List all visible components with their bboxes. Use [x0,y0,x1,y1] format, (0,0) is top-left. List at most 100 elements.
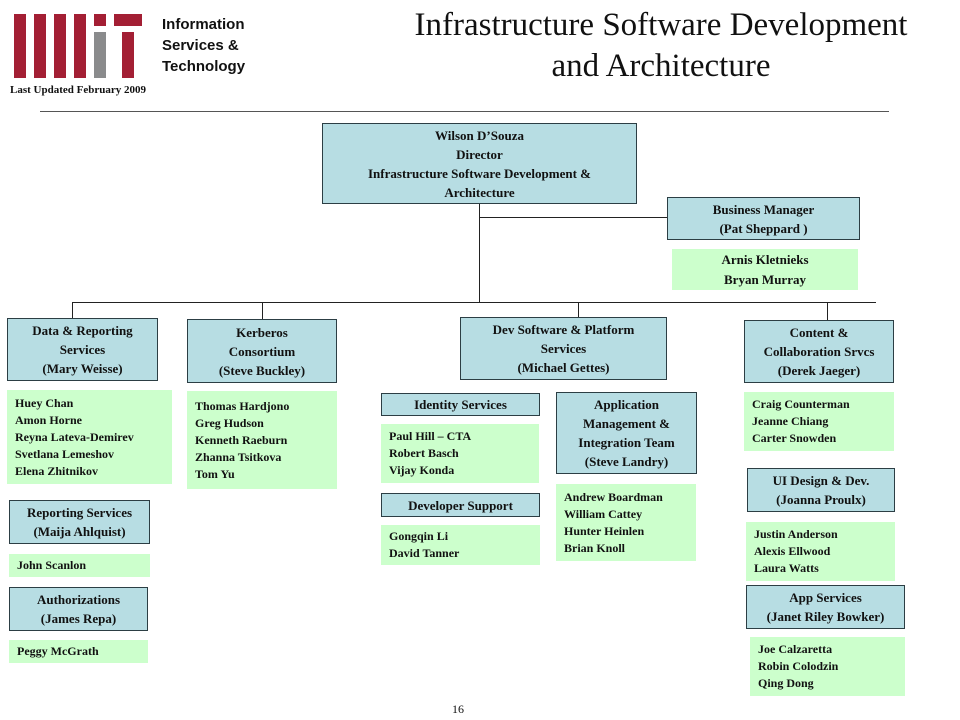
authorizations-title: Authorizations [36,592,121,607]
header-divider [40,111,889,112]
staff-name: Carter Snowden [752,431,837,445]
data-reporting-manager: (Mary Weisse) [42,361,123,376]
kerberos-title-cont: Consortium [228,343,296,359]
staff-name: Bryan Murray [724,271,806,287]
staff-name: Andrew Boardman [564,489,663,504]
staff-name: Hunter Heinlen [564,523,645,538]
staff-name: Tom Yu [195,466,235,481]
content-collab-title-cont: Collaboration Srvcs [763,344,875,359]
reporting-services-manager: (Maija Ahlquist) [33,524,126,539]
staff-name: Joe Calzaretta [758,642,833,656]
staff-name: Qing Dong [758,676,814,690]
page-title: Infrastructure Software Development and … [414,7,908,84]
staff-name: Kenneth Raeburn [195,432,288,447]
kerberos-staff: Thomas Hardjono Greg Hudson Kenneth Raeb… [187,391,337,489]
staff-name: Reyna Lateva-Demirev [15,429,134,444]
staff-name: Justin Anderson [754,527,838,541]
data-reporting-title: Data & Reporting [32,323,133,338]
app-integration-staff: Andrew Boardman William Cattey Hunter He… [556,484,696,561]
reporting-services-title: Reporting Services [26,505,133,520]
developer-support-box: Developer Support [381,493,540,517]
staff-name: Alexis Ellwood [754,544,831,558]
business-manager-box: Business Manager (Pat Sheppard ) [667,197,860,240]
page-number: 16 [452,702,464,716]
ui-design-staff: Justin Anderson Alexis Ellwood Laura Wat… [746,522,895,581]
connector-business-manager [479,217,667,218]
staff-name: Robert Basch [389,446,459,460]
director-unit: Infrastructure Software Development & [368,165,591,181]
director-role: Director [456,146,503,162]
app-services-box: App Services (Janet Riley Bowker) [746,585,905,629]
staff-name: Arnis Kletnieks [721,251,809,267]
staff-name: Huey Chan [15,395,74,410]
director-name: Wilson D’Souza [435,127,524,143]
staff-name: Svetlana Lemeshov [15,446,114,461]
connector-director-trunk [479,204,480,302]
authorizations-manager: (James Repa) [40,611,117,626]
data-reporting-staff: Huey Chan Amon Horne Reyna Lateva-Demire… [7,390,172,484]
kerberos-box: Kerberos Consortium (Steve Buckley) [187,319,337,383]
staff-name: Craig Counterman [752,397,850,411]
app-integration-title-cont2: Integration Team [578,435,675,450]
last-updated-date: Last Updated February 2009 [10,84,146,96]
developer-support-title: Developer Support [408,497,513,513]
app-integration-title: Application [593,397,659,412]
connector-content [827,302,828,320]
app-integration-title-cont: Management & [582,416,670,431]
business-manager-name: (Pat Sheppard ) [719,220,808,236]
staff-name: Laura Watts [754,561,819,575]
staff-name: Elena Zhitnikov [15,463,99,478]
app-services-title: App Services [789,590,862,605]
content-collab-staff: Craig Counterman Jeanne Chiang Carter Sn… [744,392,894,451]
staff-name: Zhanna Tsitkova [195,449,282,464]
kerberos-manager: (Steve Buckley) [218,362,306,378]
staff-name: Robin Colodzin [758,659,839,673]
staff-name: David Tanner [389,546,460,560]
staff-name: Thomas Hardjono [195,398,290,413]
staff-name: Vijay Konda [389,463,455,477]
staff-name: Greg Hudson [195,415,264,430]
ui-design-box: UI Design & Dev. (Joanna Proulx) [747,468,895,512]
staff-name: Gongqin Li [389,529,449,543]
staff-name: Paul Hill – CTA [389,429,472,443]
staff-name: Brian Knoll [564,540,626,555]
content-collab-manager: (Derek Jaeger) [777,363,861,378]
reporting-services-staff: John Scanlon [9,554,150,577]
ui-design-title: UI Design & Dev. [772,473,870,488]
developer-support-staff: Gongqin Li David Tanner [381,525,540,565]
staff-name: William Cattey [564,506,643,521]
data-reporting-box: Data & Reporting Services (Mary Weisse) [7,318,158,381]
staff-name: Jeanne Chiang [752,414,829,428]
business-manager-title: Business Manager [712,201,815,217]
app-integration-manager: (Steve Landry) [584,454,669,469]
reporting-services-box: Reporting Services (Maija Ahlquist) [9,500,150,544]
dev-software-title-cont: Services [540,341,587,356]
connector-kerberos [262,302,263,319]
business-manager-staff: Arnis Kletnieks Bryan Murray [672,249,858,290]
staff-name: Peggy McGrath [17,644,99,658]
ui-design-manager: (Joanna Proulx) [776,492,866,507]
identity-services-staff: Paul Hill – CTA Robert Basch Vijay Konda [381,424,539,483]
staff-name: John Scanlon [17,558,87,572]
mit-logo [14,14,142,78]
director-box: Wilson D’Souza Director Infrastructure S… [322,123,637,204]
staff-name: Amon Horne [15,412,82,427]
kerberos-title: Kerberos [236,324,288,340]
department-name: Information Services & Technology [162,16,246,75]
app-services-manager: (Janet Riley Bowker) [766,609,885,624]
connector-horizontal-bus [72,302,876,303]
identity-services-title: Identity Services [414,397,507,412]
authorizations-box: Authorizations (James Repa) [9,587,148,631]
data-reporting-title-cont: Services [59,342,106,357]
dev-software-manager: (Michael Gettes) [517,360,610,375]
connector-dev-software [578,302,579,317]
identity-services-box: Identity Services [381,393,540,416]
content-collab-title: Content & [789,325,849,340]
app-services-staff: Joe Calzaretta Robin Colodzin Qing Dong [750,637,905,696]
director-unit-cont: Architecture [444,184,515,200]
connector-data-reporting [72,302,73,318]
content-collab-box: Content & Collaboration Srvcs (Derek Jae… [744,320,894,383]
dev-software-box: Dev Software & Platform Services (Michae… [460,317,667,380]
app-integration-box: Application Management & Integration Tea… [556,392,697,474]
dev-software-title: Dev Software & Platform [492,322,635,337]
